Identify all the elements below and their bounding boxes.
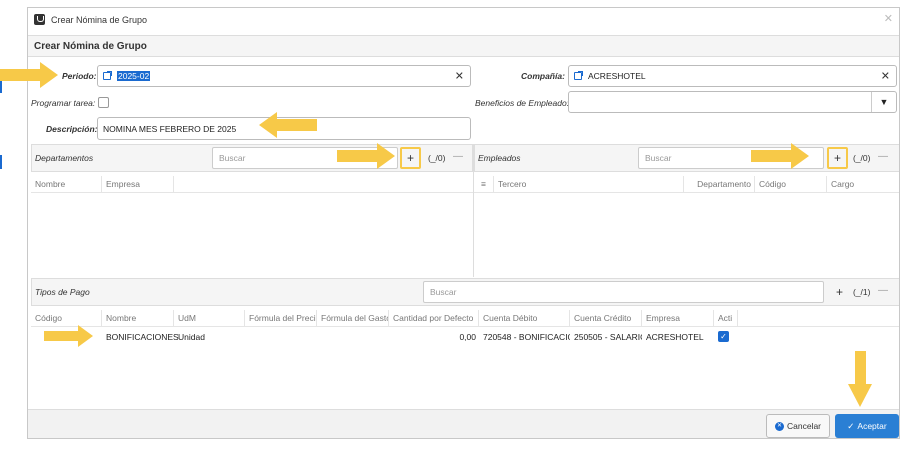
add-tipo-pago-button[interactable]: + xyxy=(829,281,850,303)
col-departamento[interactable]: Departamento xyxy=(684,176,755,192)
col-codigo[interactable]: Código xyxy=(31,310,102,326)
compania-field[interactable]: ACRESHOTEL ✕ xyxy=(568,65,897,87)
cancel-icon: ✕ xyxy=(774,421,784,431)
cell-cuenta-debito: 720548 - BONIFICACIOI xyxy=(483,331,570,342)
beneficios-select[interactable]: ▼ xyxy=(568,91,897,113)
empleados-search[interactable]: Buscar xyxy=(638,147,824,169)
departamentos-header: Nombre Empresa xyxy=(31,176,473,193)
descripcion-field[interactable]: NOMINA MES FEBRERO DE 2025 xyxy=(97,117,471,140)
dialog-window: Crear Nómina de Grupo ✕ Crear Nómina de … xyxy=(27,7,900,439)
periodo-label: Periodo: xyxy=(62,71,97,81)
descripcion-label: Descripción: xyxy=(46,124,98,134)
clear-periodo-icon[interactable]: ✕ xyxy=(455,70,464,83)
clear-compania-icon[interactable]: ✕ xyxy=(881,70,890,83)
accept-button[interactable]: ✓ Aceptar xyxy=(835,414,899,438)
add-empleado-button[interactable]: + xyxy=(827,147,848,169)
col-tercero[interactable]: Tercero xyxy=(494,176,684,192)
col-empresa[interactable]: Empresa xyxy=(102,176,174,192)
departamentos-count: (_/0) xyxy=(428,153,446,163)
empleados-title: Empleados xyxy=(478,153,521,163)
cell-empresa: ACRESHOTEL xyxy=(646,331,704,342)
cell-activo: ✓ xyxy=(714,331,738,342)
compania-label: Compañía: xyxy=(521,71,565,81)
empleados-count: (_/0) xyxy=(853,153,871,163)
close-icon[interactable]: ✕ xyxy=(884,12,893,25)
col-udm[interactable]: UdM xyxy=(174,310,245,326)
cell-udm: Unidad xyxy=(178,331,205,342)
col-cuenta-debito[interactable]: Cuenta Débito xyxy=(479,310,570,326)
periodo-field[interactable]: 2025-02 ✕ xyxy=(97,65,471,87)
col-formula-precio[interactable]: Fórmula del Preci xyxy=(245,310,317,326)
tipos-pago-count: (_/1) xyxy=(853,287,871,297)
departamentos-title: Departamentos xyxy=(35,153,94,163)
title-bar: Crear Nómina de Grupo ✕ xyxy=(28,8,899,31)
open-link-icon[interactable] xyxy=(574,71,583,80)
cell-cantidad: 0,00 xyxy=(459,331,476,342)
cancel-label: Cancelar xyxy=(786,421,822,431)
programar-checkbox[interactable] xyxy=(98,97,109,108)
descripcion-value: NOMINA MES FEBRERO DE 2025 xyxy=(103,123,237,134)
empleados-header: ≡ Tercero Departamento Código Cargo xyxy=(474,176,899,193)
programar-label: Programar tarea: xyxy=(31,98,96,108)
dialog-header: Crear Nómina de Grupo xyxy=(28,35,899,57)
table-row[interactable]: BONIFICACIONES Unidad 0,00 720548 - BONI… xyxy=(31,329,899,344)
periodo-value: 2025-02 xyxy=(117,71,151,81)
col-empresa[interactable]: Empresa xyxy=(642,310,714,326)
tipos-pago-search[interactable]: Buscar xyxy=(423,281,824,303)
remove-departamento-button[interactable]: — xyxy=(453,151,463,162)
app-icon xyxy=(34,14,45,25)
check-icon: ✓ xyxy=(847,420,855,431)
departamentos-search[interactable]: Buscar xyxy=(212,147,398,169)
cancel-button[interactable]: ✕ Cancelar xyxy=(766,414,830,438)
tipos-pago-title: Tipos de Pago xyxy=(35,287,90,297)
col-formula-gasto[interactable]: Fórmula del Gastc xyxy=(317,310,389,326)
add-departamento-button[interactable]: + xyxy=(400,147,421,169)
dropdown-button[interactable]: ▼ xyxy=(871,92,896,112)
tipos-pago-header: Código Nombre UdM Fórmula del Preci Fórm… xyxy=(31,310,899,327)
window-title: Crear Nómina de Grupo xyxy=(51,14,148,25)
background-edge-2 xyxy=(0,155,2,169)
remove-tipo-pago-button[interactable]: — xyxy=(878,285,888,296)
col-cargo[interactable]: Cargo xyxy=(827,176,887,192)
col-cuenta-credito[interactable]: Cuenta Crédito xyxy=(570,310,642,326)
menu-icon[interactable]: ≡ xyxy=(474,176,494,192)
col-activo[interactable]: Acti xyxy=(714,310,738,326)
remove-empleado-button[interactable]: — xyxy=(878,151,888,162)
cell-cuenta-credito: 250505 - SALARIO xyxy=(574,331,642,342)
col-cantidad[interactable]: Cantidad por Defecto xyxy=(389,310,479,326)
open-link-icon[interactable] xyxy=(103,71,112,80)
col-nombre[interactable]: Nombre xyxy=(31,176,102,192)
background-edge xyxy=(0,75,2,93)
compania-value: ACRESHOTEL xyxy=(588,71,646,81)
cell-nombre: BONIFICACIONES xyxy=(106,331,179,342)
col-nombre[interactable]: Nombre xyxy=(102,310,174,326)
col-codigo[interactable]: Código xyxy=(755,176,827,192)
accept-label: Aceptar xyxy=(857,421,887,431)
beneficios-label: Beneficios de Empleado: xyxy=(475,98,570,108)
activo-checkbox[interactable]: ✓ xyxy=(718,331,729,342)
